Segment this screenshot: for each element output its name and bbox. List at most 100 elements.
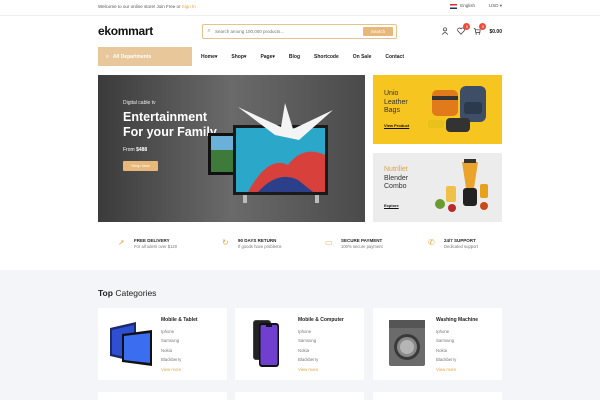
nav-item-page[interactable]: Page▾ — [260, 54, 274, 60]
language-select[interactable]: English — [450, 3, 475, 9]
all-departments-button[interactable]: ≡ All Departments — [98, 47, 192, 66]
flag-icon — [450, 3, 458, 9]
category-link[interactable]: Nokia — [436, 348, 456, 357]
category-name: Washing Machine — [436, 317, 479, 323]
tablet-image — [110, 322, 152, 366]
section-title-bold: Top — [98, 288, 113, 298]
category-link[interactable]: Iphone — [161, 329, 181, 338]
nav-item-shop[interactable]: Shop▾ — [231, 54, 246, 60]
rocket-icon: ➚ — [118, 238, 125, 247]
all-departments-label: All Departments — [112, 53, 152, 60]
search-input[interactable] — [215, 29, 363, 34]
category-card-next[interactable] — [235, 392, 364, 400]
promo-title: Nutrillet Blender Combo — [384, 166, 408, 192]
main-nav: ≡ All Departments Home▾ Shop▾ Page▾ Blog… — [0, 47, 600, 66]
chevron-down-icon: ▾ — [272, 53, 275, 60]
wishlist-icon[interactable]: 0 — [457, 23, 471, 37]
nav-item-contact[interactable]: Contact — [385, 54, 404, 60]
phone-image — [253, 320, 279, 367]
washing-machine-image — [389, 320, 425, 366]
hero-subtitle: Digital cable tv — [123, 100, 156, 106]
promo-blender-combo[interactable]: Nutrillet Blender Combo Explore — [373, 153, 502, 222]
nav-item-on-sale[interactable]: On Sale — [353, 54, 372, 60]
view-product-link[interactable]: View Product — [384, 123, 409, 128]
view-more-link[interactable]: View more — [161, 367, 181, 372]
card-icon: ▭ — [325, 238, 333, 247]
top-bar: Welcome to our online store! Join Free o… — [0, 0, 600, 16]
category-card-next[interactable] — [373, 392, 502, 400]
nav-label: Shop — [231, 53, 244, 60]
feature-desc: Dedicated support — [444, 244, 478, 249]
welcome-text: Welcome to our online store! Join Free o… — [98, 4, 181, 9]
category-link[interactable]: Samsung — [298, 338, 318, 347]
feature-90-days-return: ↻ 90 DAYS RETURN If goods have problems — [222, 238, 282, 249]
welcome-message: Welcome to our online store! Join Free o… — [98, 4, 196, 9]
category-name: Mobile & Computer — [298, 317, 344, 323]
view-more-link[interactable]: View more — [298, 367, 318, 372]
category-link[interactable]: Samsung — [161, 338, 181, 347]
cart-icon[interactable]: 0 — [473, 23, 487, 37]
category-link[interactable]: Samsung — [436, 338, 456, 347]
category-link[interactable]: Blackberry — [436, 357, 456, 366]
chevron-down-icon: ▾ — [243, 53, 247, 60]
category-link[interactable]: Nokia — [161, 348, 181, 357]
category-card-washing-machine[interactable]: Washing Machine Iphone Samsung Nokia Bla… — [373, 308, 502, 380]
nav-label: Home — [201, 53, 215, 60]
topbar-right: English USD ▾ — [450, 3, 502, 9]
feature-title: FREE DELIVERY — [134, 238, 170, 243]
feature-support: ✆ 24/7 SUPPORT Dedicated support — [428, 238, 478, 249]
promo-title-line: Unio — [384, 90, 399, 97]
nav-item-shortcode[interactable]: Shortcode — [314, 54, 339, 60]
promo-leather-bags[interactable]: Unio Leather Bags View Product — [373, 75, 502, 144]
category-links: Iphone Samsung Nokia Blackberry — [298, 329, 318, 366]
view-more-link[interactable]: View more — [436, 367, 456, 372]
bags-product-image — [428, 86, 486, 132]
category-link[interactable]: Iphone — [436, 329, 456, 338]
chevron-down-icon: ▾ — [214, 53, 218, 60]
header: ekommart ⌕ Search 0 0 $0.00 — [0, 17, 600, 47]
category-card-mobile-tablet[interactable]: Mobile & Tablet Iphone Samsung Nokia Bla… — [98, 308, 227, 380]
category-card-mobile-computer[interactable]: Mobile & Computer Iphone Samsung Nokia B… — [235, 308, 364, 380]
promo-title-line: Combo — [384, 183, 407, 190]
feature-title: 90 DAYS RETURN — [238, 238, 277, 243]
chat-icon: ✆ — [428, 238, 435, 247]
section-title: Top Categories — [98, 288, 156, 298]
currency-label: USD — [488, 3, 499, 8]
category-card-next[interactable] — [98, 392, 227, 400]
cart-total[interactable]: $0.00 — [489, 29, 502, 35]
logo[interactable]: ekommart — [98, 24, 153, 38]
promo-title-line: Leather — [384, 98, 408, 106]
feature-secure-payment: ▭ SECURE PAYMENT 100% secure payment — [325, 238, 383, 249]
account-icon[interactable] — [441, 27, 449, 37]
category-link[interactable]: Iphone — [298, 329, 318, 338]
header-icons: 0 0 $0.00 — [441, 23, 502, 37]
feature-title: 24/7 SUPPORT — [444, 238, 476, 243]
category-link[interactable]: Blackberry — [298, 357, 318, 366]
refresh-icon: ↻ — [222, 238, 229, 247]
search-button[interactable]: Search — [363, 27, 393, 36]
explore-link[interactable]: Explore — [384, 203, 399, 208]
wishlist-count-badge: 0 — [463, 23, 471, 30]
feature-title: SECURE PAYMENT — [341, 238, 383, 243]
tv-product-image — [208, 103, 333, 203]
category-links: Iphone Samsung Nokia Blackberry — [161, 329, 181, 366]
currency-select[interactable]: USD ▾ — [489, 3, 502, 9]
language-label: English — [460, 3, 475, 9]
nav-item-blog[interactable]: Blog — [289, 54, 300, 60]
feature-desc: For all oders over $120 — [134, 244, 178, 249]
shop-now-button[interactable]: Shop Now — [123, 161, 158, 171]
cart-count-badge: 0 — [479, 23, 487, 30]
search-icon: ⌕ — [207, 28, 211, 34]
hero-price-value: $488 — [136, 147, 148, 153]
menu-icon: ≡ — [106, 53, 109, 60]
nav-item-home[interactable]: Home▾ — [201, 54, 217, 60]
nav-menu: Home▾ Shop▾ Page▾ Blog Shortcode On Sale… — [201, 47, 418, 66]
feature-desc: If goods have problems — [238, 244, 282, 249]
blender-product-image — [435, 159, 488, 212]
signin-link[interactable]: Sign In — [182, 4, 196, 9]
promo-title-line: Blender — [384, 174, 409, 182]
hero-banner[interactable]: Digital cable tv Entertainment For your … — [98, 75, 365, 222]
category-link[interactable]: Nokia — [298, 348, 318, 357]
category-name: Mobile & Tablet — [161, 317, 198, 323]
category-link[interactable]: Blackberry — [161, 357, 181, 366]
